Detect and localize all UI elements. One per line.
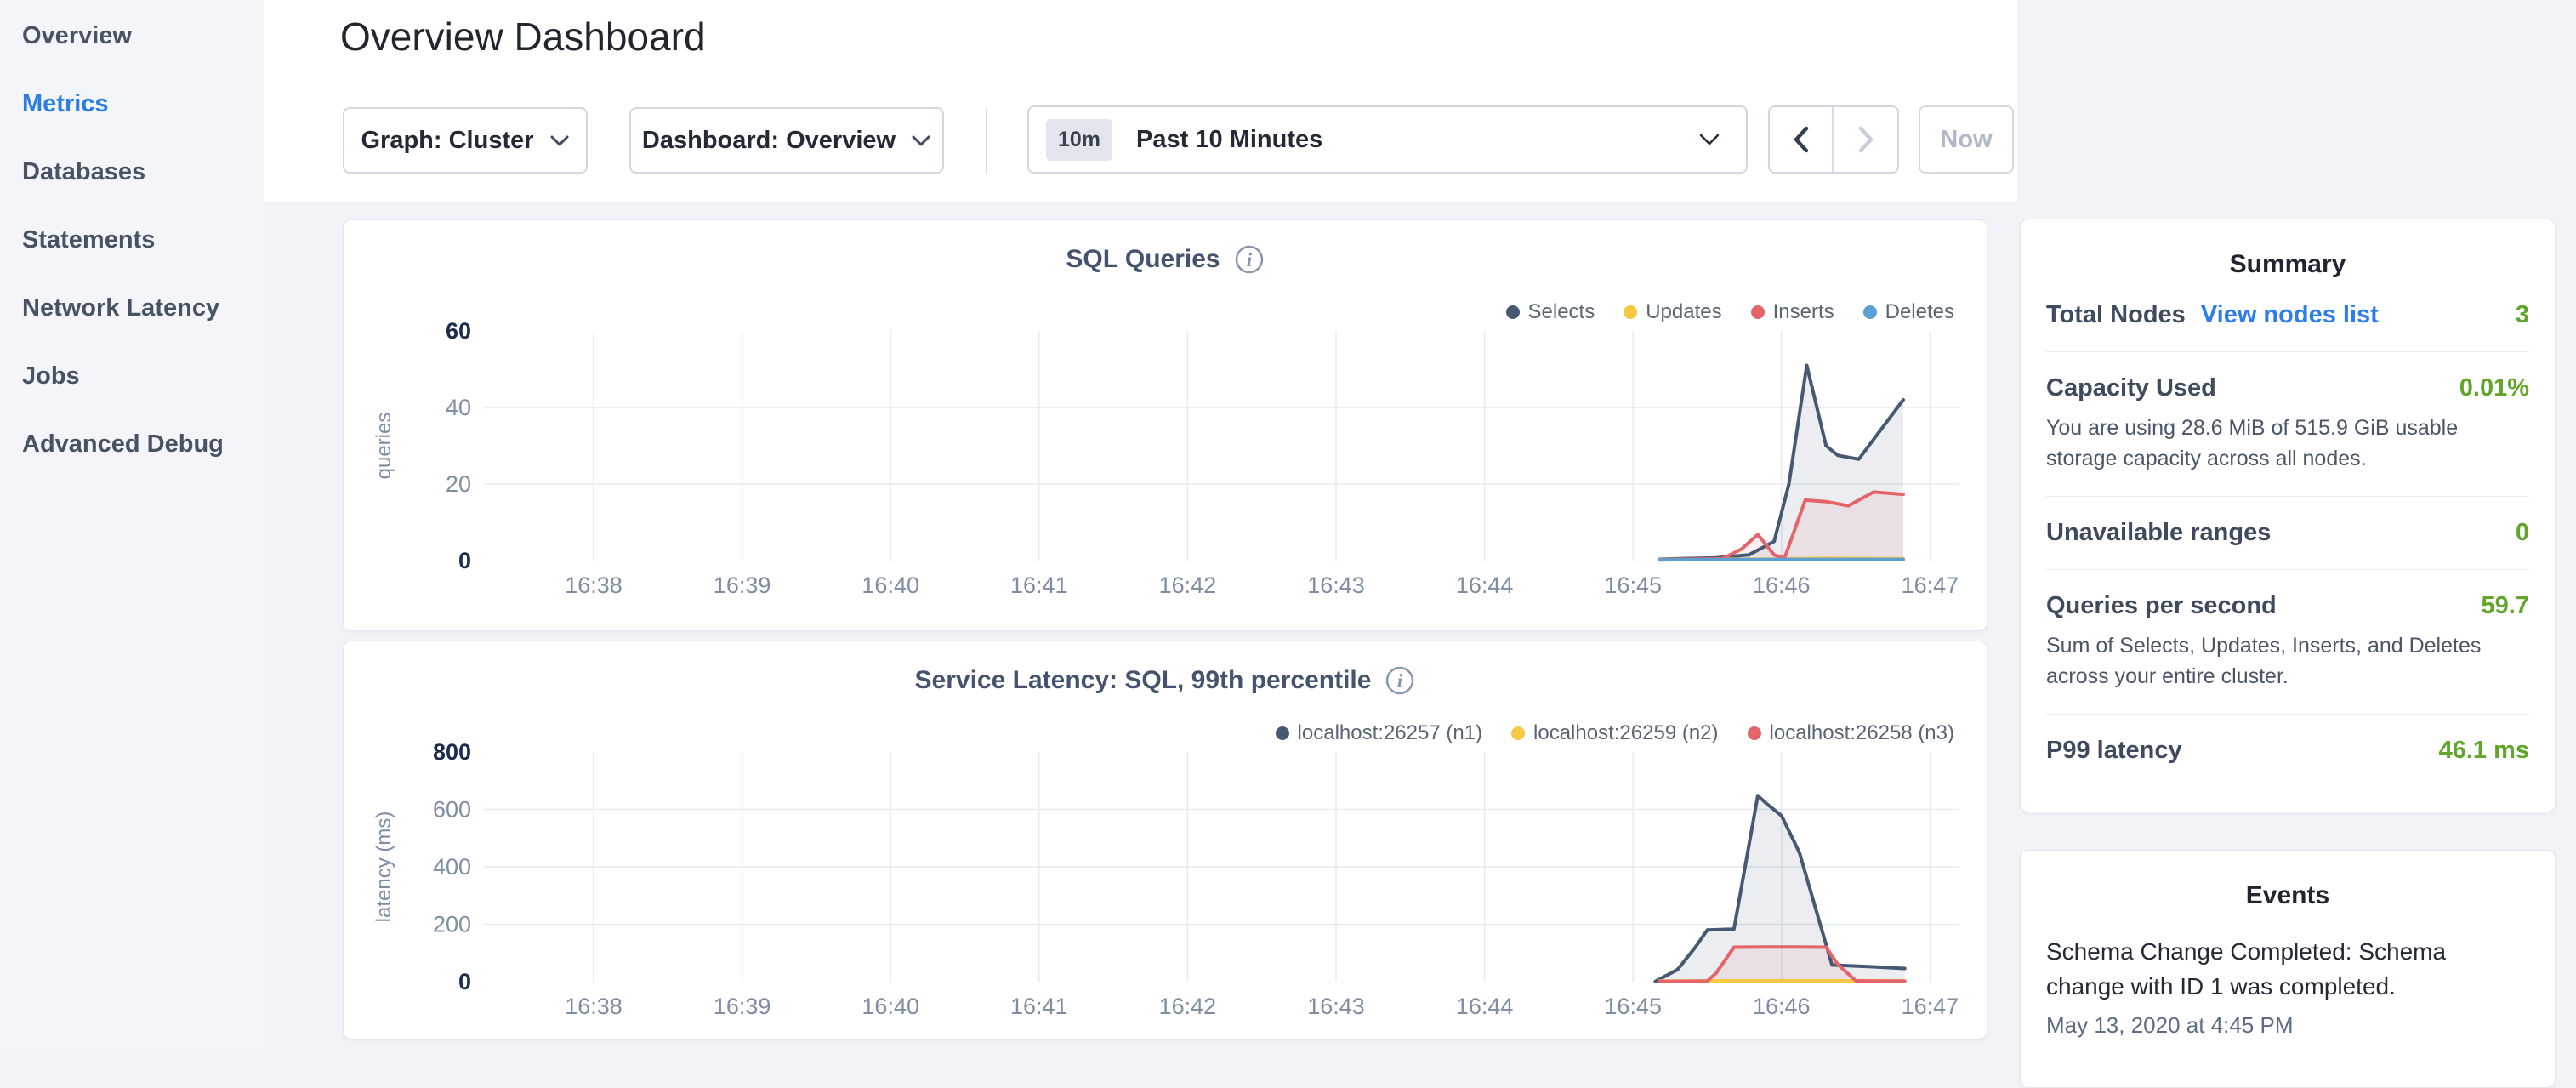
svg-text:16:38: 16:38 <box>565 994 623 1019</box>
summary-row: Capacity Used 0.01% You are using 28.6 MiB… <box>2046 374 2529 474</box>
svg-text:20: 20 <box>446 471 471 497</box>
page-title: Overview Dashboard <box>340 14 706 60</box>
time-step-buttons <box>1768 105 1899 174</box>
chevron-down-icon <box>1698 133 1720 146</box>
divider <box>2046 714 2529 715</box>
svg-text:16:44: 16:44 <box>1456 572 1514 598</box>
time-range-selector[interactable]: 10m Past 10 Minutes <box>1027 105 1748 174</box>
summary-row-value: 0.01% <box>2459 374 2529 402</box>
sql-queries-chart: 0 20 40 60 16:38 16:39 16:40 16:41 16:42 16:43 16:… <box>344 220 1987 630</box>
divider <box>2046 496 2529 497</box>
svg-text:0: 0 <box>458 969 471 994</box>
svg-text:16:47: 16:47 <box>1902 572 1959 598</box>
summary-row-label: Queries per second <box>2046 592 2277 620</box>
svg-text:400: 400 <box>433 854 471 880</box>
summary-rows: Total Nodes View nodes list 3 Capacity Used… <box>2021 279 2555 765</box>
sidebar-item-jobs[interactable]: Jobs <box>22 359 80 393</box>
summary-row-label: Capacity Used <box>2046 374 2216 402</box>
sidebar-item-databases[interactable]: Databases <box>22 155 145 189</box>
summary-row-value: 46.1 ms <box>2439 737 2529 765</box>
svg-text:60: 60 <box>446 318 471 344</box>
summary-row: P99 latency 46.1 ms <box>2046 737 2529 765</box>
svg-text:queries: queries <box>372 413 395 480</box>
summary-row-description: Sum of Selects, Updates, Inserts, and De… <box>2046 630 2516 692</box>
svg-text:16:43: 16:43 <box>1307 994 1365 1019</box>
summary-row: Total Nodes View nodes list 3 <box>2046 301 2529 329</box>
svg-text:latency (ms): latency (ms) <box>372 812 395 923</box>
events-title: Events <box>2021 851 2555 910</box>
sidebar-item-advanced-debug[interactable]: Advanced Debug <box>22 427 224 461</box>
chevron-right-icon <box>1857 125 1875 154</box>
sidebar-item-statements[interactable]: Statements <box>22 223 155 257</box>
events-panel: Events Schema Change Completed: Schema c… <box>2020 850 2556 1088</box>
time-step-forward-button[interactable] <box>1834 107 1897 172</box>
summary-title: Summary <box>2021 219 2555 279</box>
svg-text:16:39: 16:39 <box>714 994 771 1019</box>
view-nodes-list-link[interactable]: View nodes list <box>2201 301 2379 329</box>
svg-text:16:43: 16:43 <box>1307 572 1365 598</box>
chevron-left-icon <box>1792 125 1811 154</box>
sql-queries-chart-card: SQL QueriesiSelectsUpdatesInsertsDeletes… <box>343 219 1987 631</box>
svg-text:16:45: 16:45 <box>1604 572 1662 598</box>
chevron-down-icon <box>911 134 931 147</box>
chevron-down-icon <box>549 134 570 147</box>
svg-text:16:39: 16:39 <box>714 572 771 598</box>
svg-text:16:46: 16:46 <box>1753 572 1811 598</box>
service-latency-chart-card: Service Latency: SQL, 99th percentileilo… <box>343 641 1987 1040</box>
svg-text:600: 600 <box>433 797 471 823</box>
dashboard-dropdown[interactable]: Dashboard: Overview <box>629 107 944 174</box>
event-timestamp: May 13, 2020 at 4:45 PM <box>2046 1012 2522 1039</box>
svg-text:16:42: 16:42 <box>1159 994 1217 1019</box>
svg-text:16:41: 16:41 <box>1010 572 1068 598</box>
divider <box>2046 351 2529 352</box>
summary-row: Queries per second 59.7 Sum of Selects, Up… <box>2046 592 2529 692</box>
event-item: Schema Change Completed: Schema change w… <box>2046 934 2522 1039</box>
sidebar-item-network-latency[interactable]: Network Latency <box>22 291 219 325</box>
sidebar: Overview Metrics Databases Statements Networ… <box>0 0 264 1051</box>
toolbar-divider <box>986 107 987 174</box>
time-range-badge: 10m <box>1046 119 1112 161</box>
svg-text:16:42: 16:42 <box>1159 572 1217 598</box>
event-text: Schema Change Completed: Schema change w… <box>2046 934 2476 1004</box>
svg-text:16:45: 16:45 <box>1604 994 1662 1019</box>
dashboard-dropdown-label: Dashboard: Overview <box>642 127 896 155</box>
svg-text:16:40: 16:40 <box>862 994 919 1019</box>
svg-text:200: 200 <box>433 912 471 937</box>
sidebar-item-metrics[interactable]: Metrics <box>22 87 109 121</box>
divider <box>2046 569 2529 570</box>
svg-text:16:41: 16:41 <box>1010 994 1068 1019</box>
summary-panel: Summary Total Nodes View nodes list 3 Capac… <box>2020 219 2556 812</box>
svg-text:16:46: 16:46 <box>1753 994 1811 1019</box>
service-latency-chart: 0 200 400 600 800 16:38 16:39 16:40 16:41 16:42 16… <box>344 641 1987 1039</box>
now-button[interactable]: Now <box>1919 105 2014 174</box>
svg-text:0: 0 <box>458 548 471 573</box>
events-list: Schema Change Completed: Schema change w… <box>2021 910 2555 1039</box>
svg-text:16:47: 16:47 <box>1902 994 1959 1019</box>
svg-text:16:40: 16:40 <box>862 572 919 598</box>
time-step-back-button[interactable] <box>1770 107 1834 172</box>
svg-text:800: 800 <box>433 739 471 765</box>
summary-row-label: Unavailable ranges <box>2046 519 2271 547</box>
graph-dropdown[interactable]: Graph: Cluster <box>343 107 588 174</box>
graph-dropdown-label: Graph: Cluster <box>361 127 533 155</box>
summary-row-value: 3 <box>2516 301 2529 329</box>
svg-text:16:44: 16:44 <box>1456 994 1514 1019</box>
time-range-label: Past 10 Minutes <box>1136 126 1322 154</box>
summary-row-label: P99 latency <box>2046 737 2182 765</box>
svg-text:40: 40 <box>446 395 471 420</box>
summary-row-label: Total Nodes <box>2046 301 2186 329</box>
summary-row: Unavailable ranges 0 <box>2046 519 2529 547</box>
summary-row-value: 59.7 <box>2482 592 2529 620</box>
summary-row-description: You are using 28.6 MiB of 515.9 GiB usab… <box>2046 413 2516 474</box>
summary-row-value: 0 <box>2516 519 2529 547</box>
svg-text:16:38: 16:38 <box>565 572 623 598</box>
sidebar-item-overview[interactable]: Overview <box>22 19 132 53</box>
